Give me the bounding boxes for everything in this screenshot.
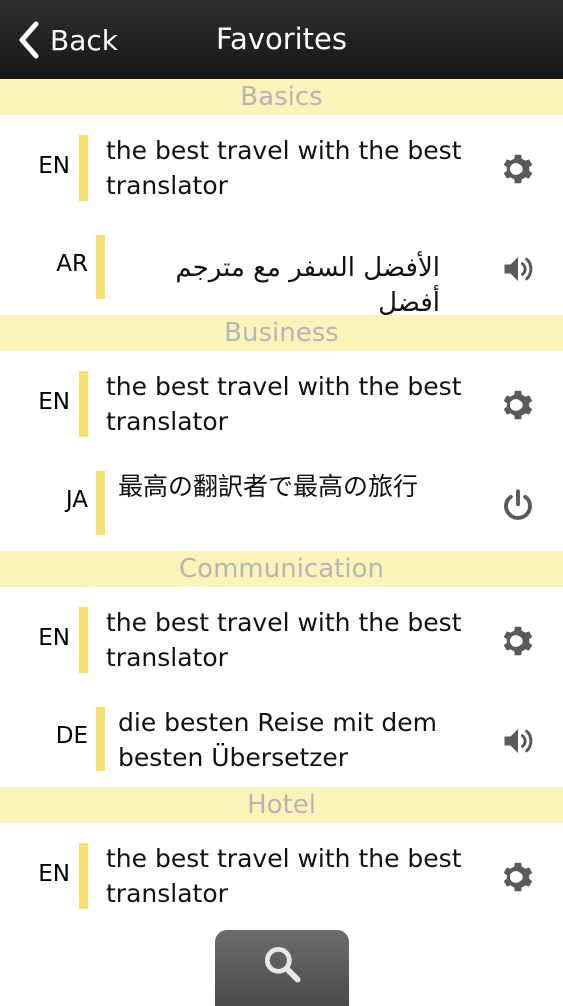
phrase-row[interactable]: JA 最高の翻訳者で最高の旅行: [0, 457, 563, 551]
phrase-text: die besten Reise mit dem besten Übersetz…: [118, 708, 437, 772]
language-code: JA: [65, 487, 88, 513]
power-icon[interactable]: [496, 483, 540, 527]
favorites-list: Basics EN the best travel with the best …: [0, 79, 563, 929]
phrase-text: the best travel with the best translator: [106, 844, 462, 908]
phrase-text: the best travel with the best translator: [106, 136, 462, 200]
section-communication: Communication EN the best travel with th…: [0, 551, 563, 787]
language-code: EN: [38, 153, 70, 179]
gear-icon[interactable]: [496, 855, 540, 899]
language-code: DE: [55, 723, 88, 749]
language-code: EN: [38, 625, 70, 651]
gear-icon[interactable]: [496, 147, 540, 191]
speaker-icon[interactable]: [496, 719, 540, 763]
phrase-row[interactable]: EN the best travel with the best transla…: [0, 587, 563, 693]
phrase-row[interactable]: DE die besten Reise mit dem besten Übers…: [0, 693, 563, 787]
accent-bar: [79, 371, 88, 437]
language-code: AR: [56, 251, 88, 277]
phrase-text: the best travel with the best translator: [106, 372, 462, 436]
phrase-text: 最高の翻訳者で最高の旅行: [118, 472, 419, 501]
section-header: Basics: [0, 79, 563, 115]
section-header: Hotel: [0, 787, 563, 823]
search-button[interactable]: [215, 930, 349, 1006]
accent-bar: [96, 471, 105, 535]
accent-bar: [79, 607, 88, 673]
back-label: Back: [50, 23, 118, 57]
phrase-text: الأفضل السفر مع مترجم أفضل: [175, 253, 440, 318]
language-code: EN: [38, 861, 70, 887]
accent-bar: [96, 707, 105, 771]
accent-bar: [79, 843, 88, 909]
speaker-icon[interactable]: [496, 247, 540, 291]
section-basics: Basics EN the best travel with the best …: [0, 79, 563, 318]
phrase-row[interactable]: EN the best travel with the best transla…: [0, 115, 563, 221]
accent-bar: [96, 235, 105, 299]
phrase-row[interactable]: EN the best travel with the best transla…: [0, 351, 563, 457]
accent-bar: [79, 135, 88, 201]
phrase-row[interactable]: EN the best travel with the best transla…: [0, 823, 563, 929]
phrase-row[interactable]: AR الأفضل السفر مع مترجم أفضل: [0, 221, 563, 318]
gear-icon[interactable]: [496, 619, 540, 663]
section-header: Communication: [0, 551, 563, 587]
back-button[interactable]: Back: [18, 18, 118, 62]
section-hotel: Hotel EN the best travel with the best t…: [0, 787, 563, 929]
navigation-bar: Back Favorites: [0, 0, 563, 79]
chevron-left-icon: [19, 21, 39, 59]
section-business: Business EN the best travel with the bes…: [0, 315, 563, 551]
gear-icon[interactable]: [496, 383, 540, 427]
search-icon: [264, 946, 301, 983]
phrase-text: the best travel with the best translator: [106, 608, 462, 672]
language-code: EN: [38, 389, 70, 415]
